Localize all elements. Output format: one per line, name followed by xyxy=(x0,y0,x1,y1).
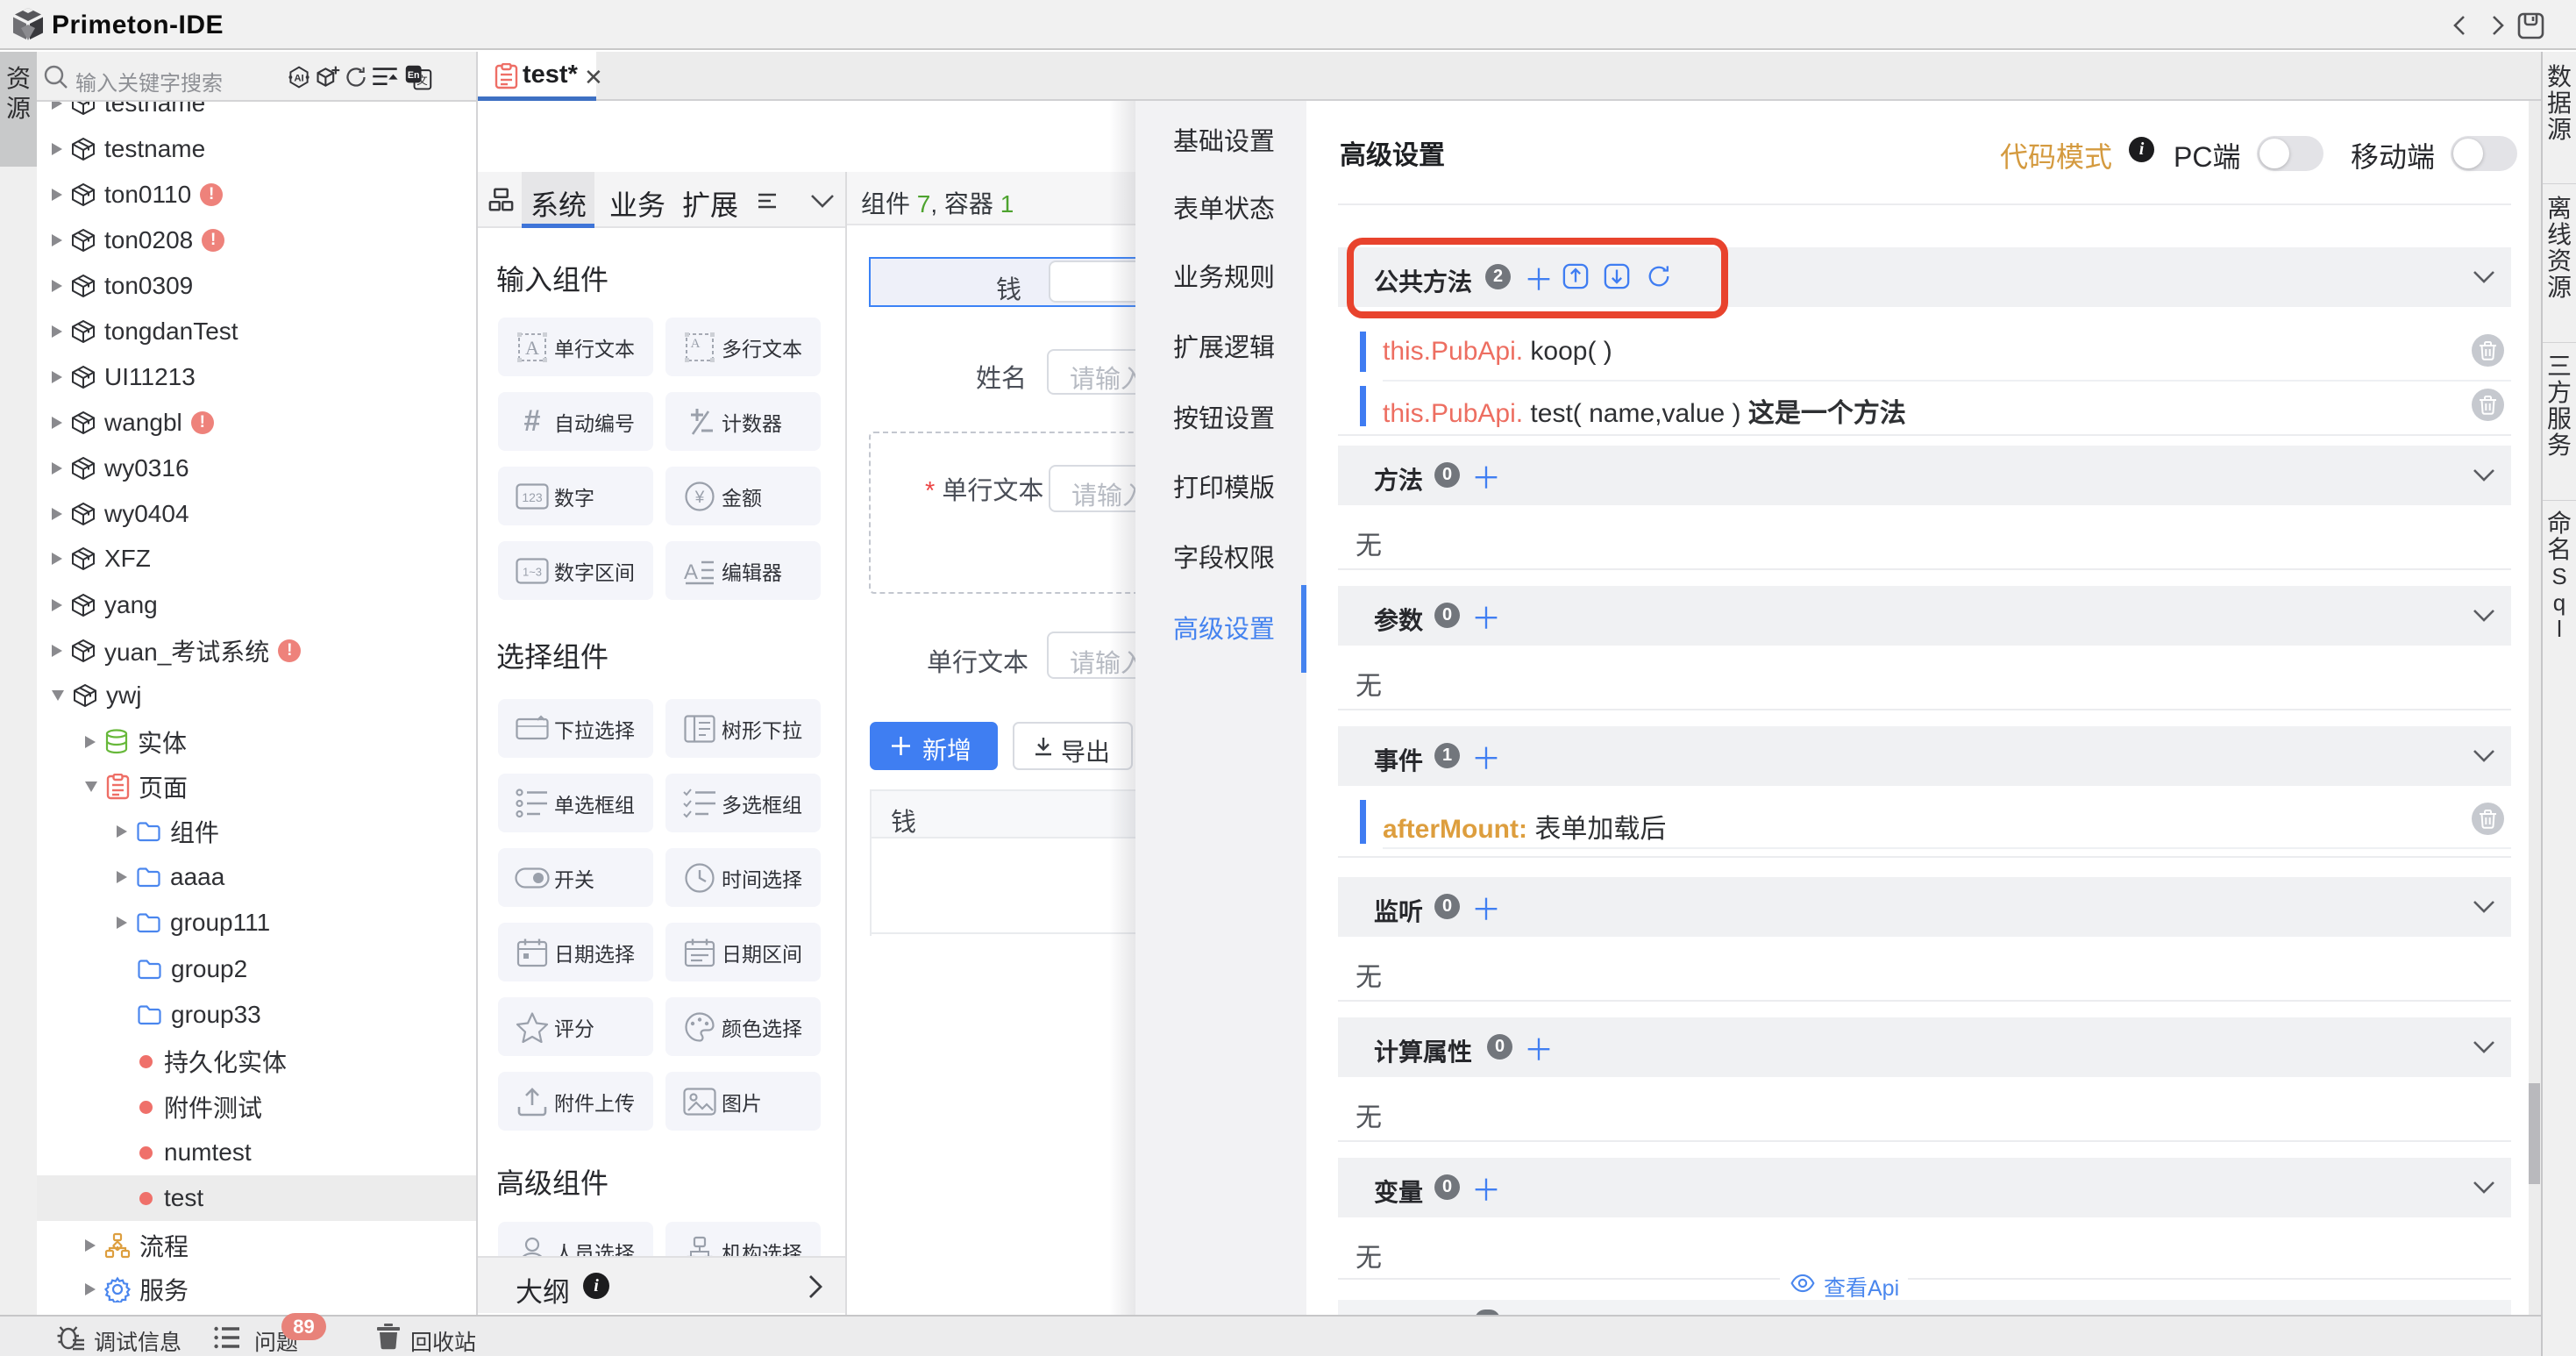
svg-text:1~3: 1~3 xyxy=(523,565,542,578)
svg-text:A: A xyxy=(691,337,701,351)
svg-text:En: En xyxy=(408,70,420,81)
svg-text:¥: ¥ xyxy=(694,489,705,507)
svg-text:123: 123 xyxy=(522,490,543,504)
svg-text:A: A xyxy=(525,337,539,359)
svg-text:AI: AI xyxy=(294,73,303,83)
svg-text:A: A xyxy=(684,560,698,584)
